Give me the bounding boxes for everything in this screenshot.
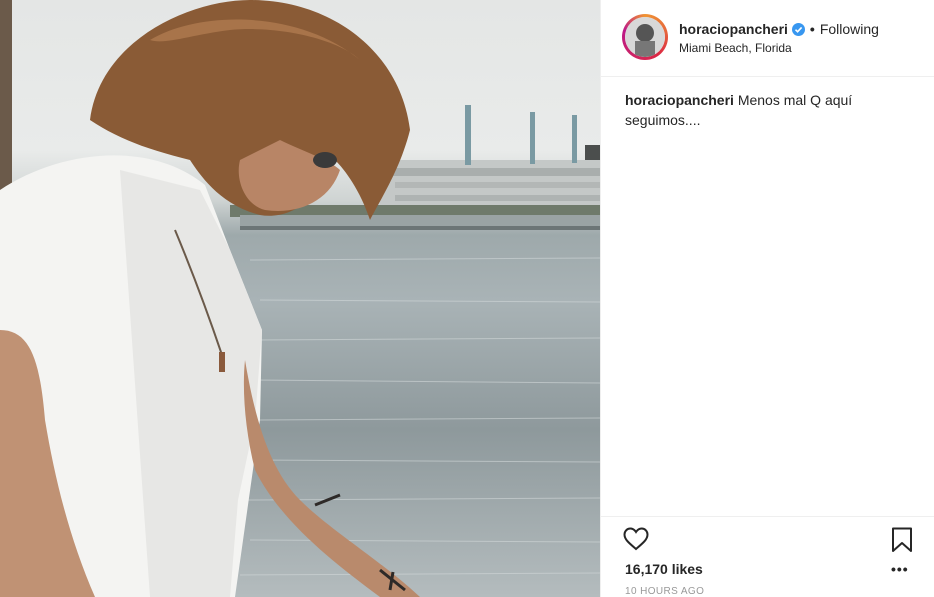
avatar-image: [625, 17, 665, 57]
caption: horaciopancheri Menos mal Q aquí seguimo…: [625, 90, 915, 130]
following-button[interactable]: Following: [820, 21, 879, 37]
location-link[interactable]: Miami Beach, Florida: [679, 41, 792, 55]
likes-count[interactable]: 16,170 likes: [625, 561, 703, 577]
post-photo: [0, 0, 600, 597]
separator-dot: •: [809, 21, 815, 37]
post-image: [0, 0, 600, 597]
post-timestamp[interactable]: 10 HOURS AGO: [625, 586, 704, 597]
verified-badge-icon: [791, 22, 805, 36]
avatar[interactable]: [622, 14, 668, 60]
bookmark-icon[interactable]: [891, 527, 913, 553]
post-actions: 16,170 likes ••• 10 HOURS AGO: [601, 516, 934, 597]
more-options-icon[interactable]: •••: [891, 561, 909, 577]
header-username-link[interactable]: horaciopancheri: [679, 21, 788, 37]
header-username-row: horaciopancheri • Following: [679, 21, 879, 37]
caption-username-link[interactable]: horaciopancheri: [625, 92, 734, 108]
post-details-panel: horaciopancheri • Following Miami Beach,…: [600, 0, 934, 597]
heart-icon[interactable]: [623, 527, 649, 551]
post-header: horaciopancheri • Following Miami Beach,…: [601, 0, 934, 77]
